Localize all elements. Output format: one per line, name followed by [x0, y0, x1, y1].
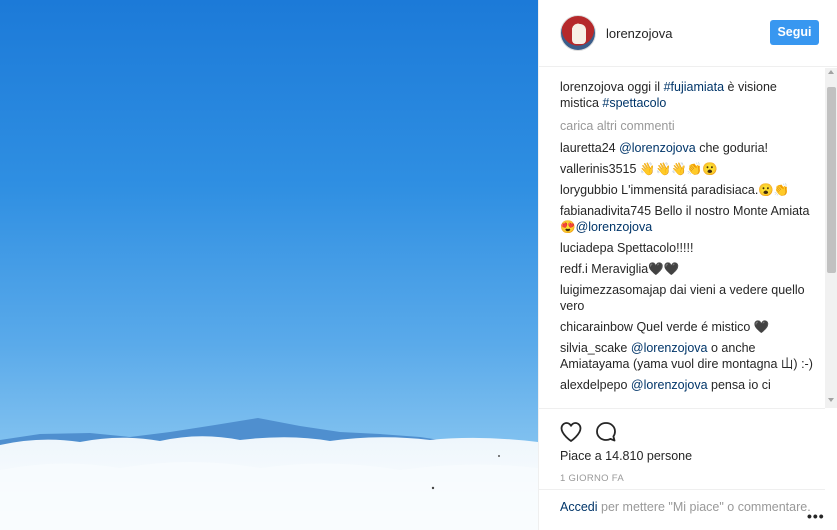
speech-bubble-icon	[596, 422, 616, 442]
hashtag-link[interactable]: #spettacolo	[602, 96, 666, 110]
comment-button[interactable]	[594, 420, 618, 444]
comment: vallerinis3515 👋👋👋👏😮	[560, 161, 813, 177]
login-prompt: Accedi per mettere "Mi piace" o commenta…	[539, 489, 825, 530]
comment-text: 👋👋👋👏😮	[639, 162, 718, 176]
comment: redf.i Meraviglia🖤🖤	[560, 261, 813, 277]
comment: chicarainbow Quel verde é mistico 🖤	[560, 319, 813, 335]
comment-text: L'immensitá paradisiaca.😮👏	[621, 183, 790, 197]
comment: luciadepa Spettacolo!!!!!	[560, 240, 813, 256]
caption-username[interactable]: lorenzojova	[560, 80, 624, 94]
comment-username[interactable]: alexdelpepo	[560, 378, 627, 392]
username-link[interactable]: lorenzojova	[606, 26, 673, 41]
comment-username[interactable]: lorygubbio	[560, 183, 618, 197]
comment-username[interactable]: vallerinis3515	[560, 162, 636, 176]
comment-text: Quel verde é mistico 🖤	[636, 320, 770, 334]
comment-text: Spettacolo!!!!!	[617, 241, 694, 255]
comment-mention[interactable]: @lorenzojova	[619, 141, 696, 155]
caption-text-1: oggi il	[627, 80, 661, 94]
comment-username[interactable]: redf.i	[560, 262, 588, 276]
comment-mention[interactable]: @lorenzojova	[576, 220, 653, 234]
comment: alexdelpepo @lorenzojova pensa io ci	[560, 377, 813, 393]
ellipsis-icon[interactable]: •••	[807, 508, 825, 524]
load-more-comments-link[interactable]: carica altri commenti	[560, 118, 813, 134]
comment-mention[interactable]: @lorenzojova	[631, 378, 708, 392]
comments-scrollbar[interactable]	[825, 68, 837, 408]
comment-mention[interactable]: @lorenzojova	[631, 341, 708, 355]
post-photo[interactable]	[0, 0, 538, 530]
post-timestamp: 1 GIORNO FA	[560, 473, 625, 484]
comment-username[interactable]: chicarainbow	[560, 320, 633, 334]
like-button[interactable]	[559, 420, 583, 444]
login-prompt-text: per mettere "Mi piace" o commentare.	[601, 500, 811, 514]
comment-username[interactable]: fabianadivita745	[560, 204, 651, 218]
sky-and-clouds-image	[0, 418, 538, 530]
comment: lorygubbio L'immensitá paradisiaca.😮👏	[560, 182, 813, 198]
comment-username[interactable]: luciadepa	[560, 241, 614, 255]
likes-count[interactable]: Piace a 14.810 persone	[560, 449, 692, 463]
hashtag-link[interactable]: #fujiamiata	[664, 80, 724, 94]
follow-button[interactable]: Segui	[770, 20, 819, 45]
login-link[interactable]: Accedi	[560, 500, 598, 514]
comments-list[interactable]: lorenzojova oggi il #fujiamiata è vision…	[539, 68, 825, 408]
post-caption: lorenzojova oggi il #fujiamiata è vision…	[560, 79, 813, 111]
scroll-thumb[interactable]	[827, 87, 836, 273]
comment: luigimezzasomajap dai vieni a vedere que…	[560, 282, 813, 314]
comment-text: che goduria!	[699, 141, 769, 155]
comment-username[interactable]: lauretta24	[560, 141, 616, 155]
comment-text: Meraviglia🖤🖤	[591, 262, 680, 276]
comment-username[interactable]: luigimezzasomajap	[560, 283, 666, 297]
scroll-down-arrow-icon[interactable]	[828, 398, 834, 402]
heart-icon	[560, 422, 582, 442]
post-sidebar: lorenzojova Segui lorenzojova oggi il #f…	[538, 0, 837, 530]
scroll-up-arrow-icon[interactable]	[828, 70, 834, 74]
comment: lauretta24 @lorenzojova che goduria!	[560, 140, 813, 156]
avatar[interactable]	[560, 15, 596, 51]
post-header: lorenzojova Segui	[539, 0, 837, 67]
comment: silvia_scake @lorenzojova o anche Amiata…	[560, 340, 813, 372]
comment-text: pensa io ci	[711, 378, 771, 392]
comment-username[interactable]: silvia_scake	[560, 341, 627, 355]
post-actions: Piace a 14.810 persone 1 GIORNO FA	[539, 408, 825, 488]
comment: fabianadivita745 Bello il nostro Monte A…	[560, 203, 813, 235]
